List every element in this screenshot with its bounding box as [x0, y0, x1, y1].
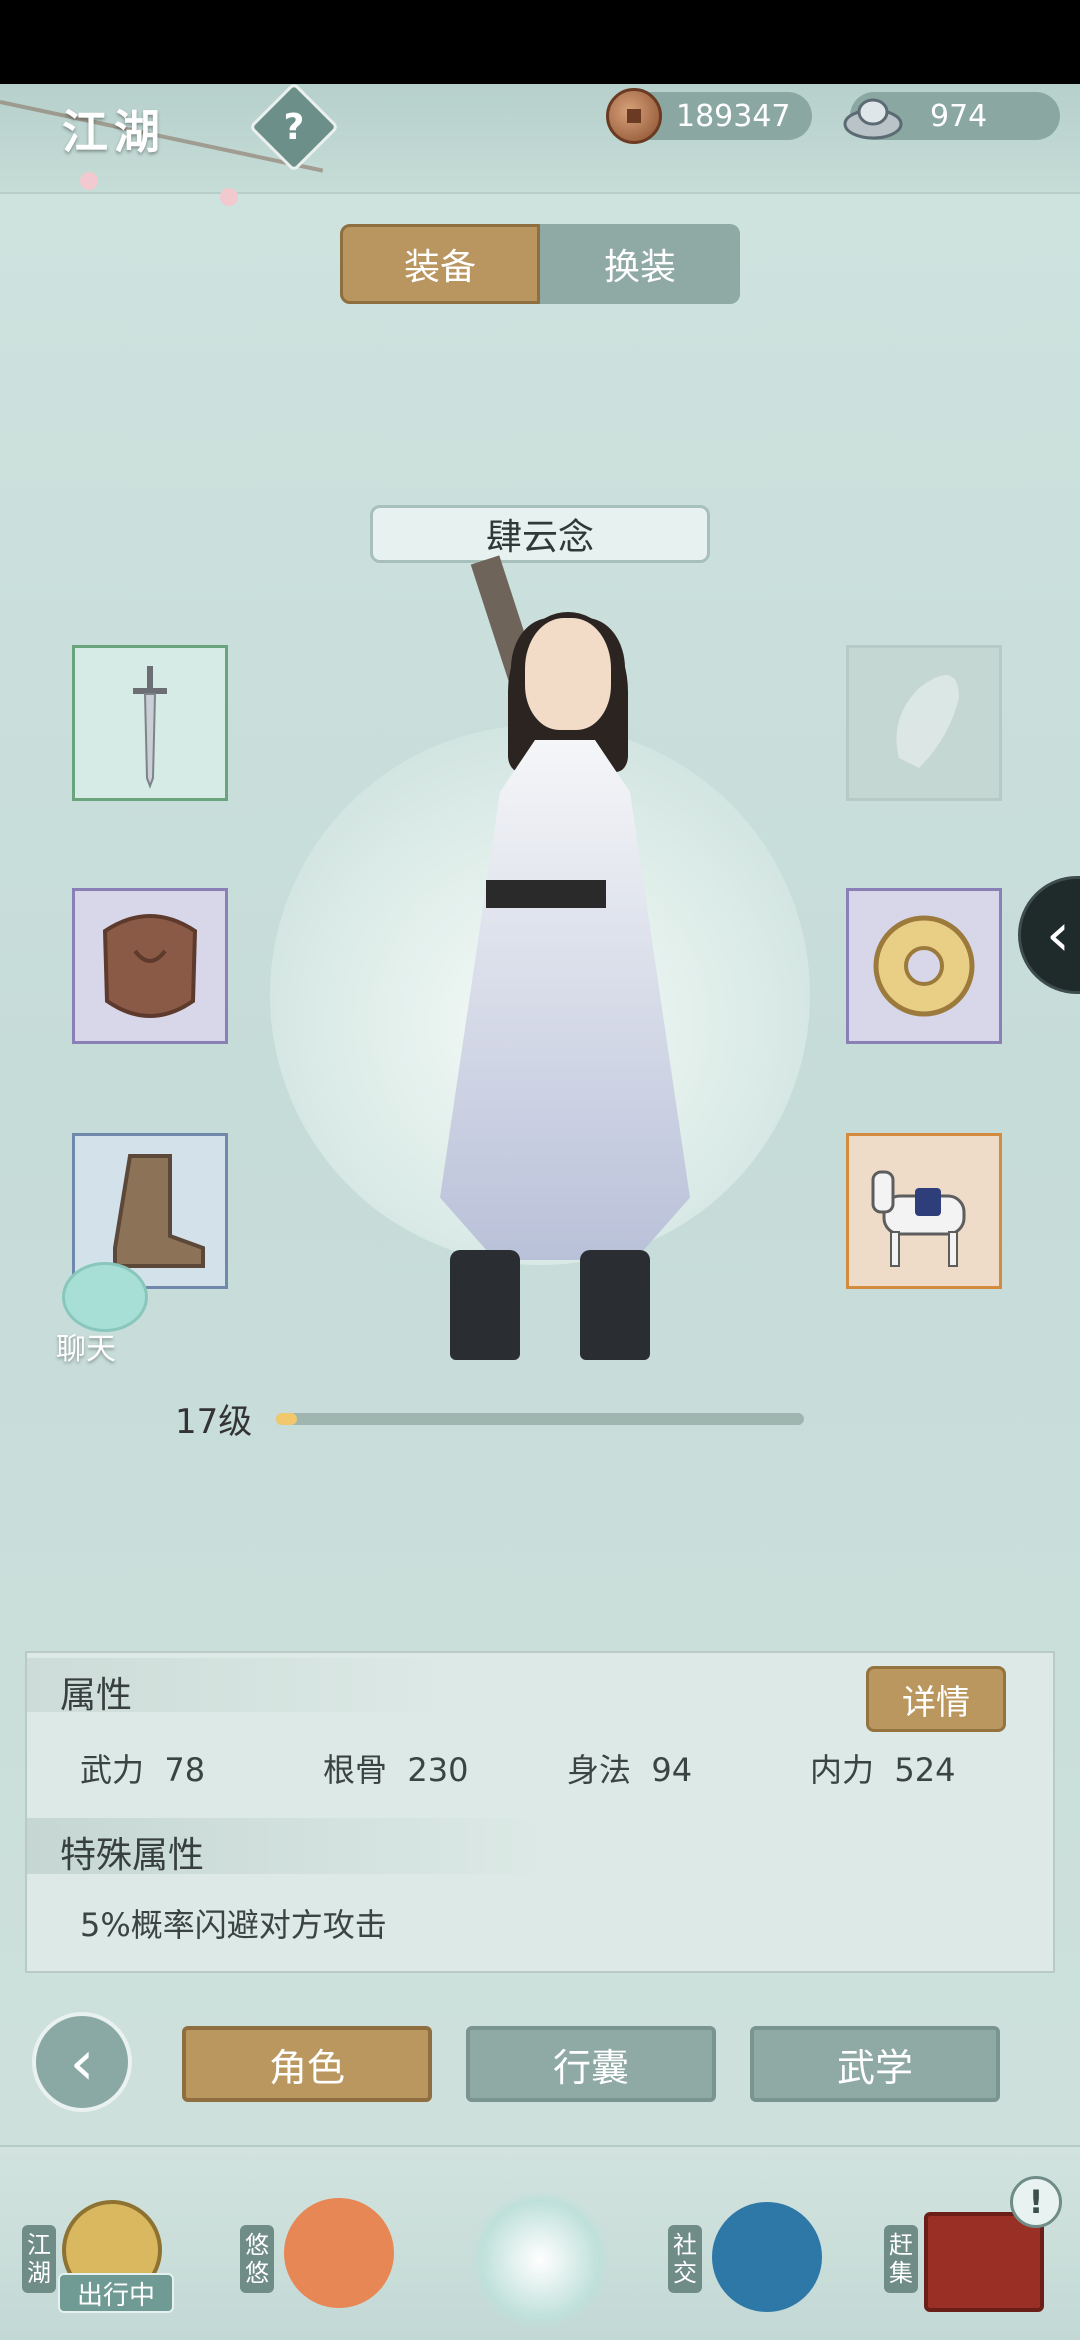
mode-tabs: 装备 换装: [340, 224, 740, 304]
copper-coin-icon: [606, 88, 662, 144]
stat-value: 230: [407, 1751, 469, 1789]
horse-icon: [871, 1170, 966, 1267]
dock-social-label: 社交: [668, 2225, 702, 2293]
details-button[interactable]: 详情: [866, 1666, 1006, 1732]
market-basket-icon: [924, 2212, 1044, 2312]
character-belt: [486, 880, 606, 908]
stat-value: 94: [651, 1751, 693, 1789]
stat-label: 内力: [810, 1751, 875, 1789]
dock-youyou-label: 悠悠: [240, 2225, 274, 2293]
back-arrow-icon: ‹: [69, 2025, 95, 2099]
character-name-plate: 肆云念: [370, 505, 710, 563]
dock-market-label: 赶集: [884, 2225, 918, 2293]
equip-slot-weapon[interactable]: [72, 645, 228, 801]
character-name: 肆云念: [485, 517, 594, 558]
silver-counter: 974: [843, 92, 1060, 140]
alert-icon[interactable]: !: [1010, 2176, 1062, 2228]
stat-strength: 武力 78: [80, 1745, 205, 1791]
chevron-left-icon: ‹: [1046, 900, 1070, 970]
tab-martial-arts[interactable]: 武学: [750, 2026, 1000, 2102]
social-wave-icon: [712, 2202, 822, 2312]
youyou-sun-icon: [284, 2198, 394, 2308]
back-button[interactable]: ‹: [32, 2012, 132, 2112]
stat-constitution: 根骨 230: [323, 1745, 468, 1791]
copper-amount: 189347: [676, 98, 791, 134]
copper-coin-counter: 189347: [606, 88, 812, 144]
status-bar: [0, 0, 1080, 84]
equip-slot-jade[interactable]: [846, 888, 1002, 1044]
level-progress-fill: [276, 1413, 298, 1425]
character-boots: [440, 1250, 660, 1360]
stat-value: 524: [894, 1751, 956, 1789]
special-attributes-title: 特殊属性: [60, 1835, 205, 1876]
tab-bag[interactable]: 行囊: [466, 2026, 716, 2102]
stat-label: 根骨: [323, 1751, 388, 1789]
equip-slot-mount[interactable]: [846, 1133, 1002, 1289]
stat-agility: 身法 94: [567, 1745, 692, 1791]
silver-ingot-icon: [843, 98, 903, 140]
sword-icon: [133, 666, 167, 789]
character-head: [525, 618, 611, 730]
dock-jianghu-label: 江湖: [22, 2225, 56, 2293]
armor-icon: [102, 914, 198, 1018]
jade-icon: [873, 915, 975, 1017]
tab-role[interactable]: 角色: [182, 2026, 432, 2102]
tab-outfit[interactable]: 换装: [540, 224, 740, 304]
level-label: 17级: [175, 1402, 253, 1442]
stat-label: 武力: [80, 1751, 145, 1789]
stat-label: 身法: [567, 1751, 632, 1789]
chat-face-icon: [62, 1262, 148, 1332]
special-attribute-text: 5%概率闪避对方攻击: [80, 1906, 387, 1944]
stat-inner-power: 内力 524: [810, 1745, 955, 1791]
equip-slot-bracer[interactable]: [846, 645, 1002, 801]
stat-value: 78: [164, 1751, 206, 1789]
silver-amount: 974: [930, 98, 988, 134]
chat-label: 聊天: [56, 1332, 116, 1367]
blossom-decoration: [80, 172, 98, 190]
equip-slot-armor[interactable]: [72, 888, 228, 1044]
question-icon: ?: [283, 106, 305, 148]
bracer-icon: [896, 675, 959, 768]
page-title: 江湖: [62, 105, 166, 159]
attributes-title: 属性: [60, 1675, 133, 1716]
traveling-status-chip: 出行中: [58, 2273, 174, 2313]
chat-button[interactable]: 聊天: [44, 1262, 150, 1367]
tab-equip[interactable]: 装备: [340, 224, 540, 304]
blossom-decoration: [220, 188, 238, 206]
level-progress-track: [276, 1413, 804, 1425]
